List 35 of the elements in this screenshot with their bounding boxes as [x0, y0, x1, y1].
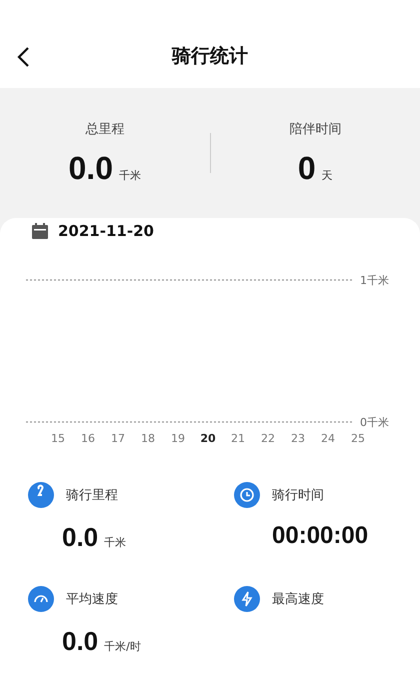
- unit-label: 千米/时: [104, 639, 141, 654]
- summary-label: 总里程: [85, 120, 124, 138]
- day-label[interactable]: 21: [231, 432, 245, 444]
- day-label[interactable]: 20: [200, 432, 216, 444]
- stat-value: 0.0: [62, 522, 98, 553]
- unit-label: 千米: [104, 535, 126, 550]
- day-label[interactable]: 22: [261, 432, 275, 444]
- day-label[interactable]: 18: [141, 432, 155, 444]
- axis-label: 0千米: [360, 416, 389, 429]
- stat-label: 最高速度: [272, 591, 324, 608]
- day-label[interactable]: 16: [81, 432, 95, 444]
- summary-value: 0: [298, 150, 316, 186]
- day-label[interactable]: 15: [51, 432, 65, 444]
- gauge-icon: [28, 586, 54, 612]
- stat-value: 00:00:00: [271, 522, 368, 550]
- day-label[interactable]: 17: [111, 432, 125, 444]
- day-label[interactable]: 25: [351, 432, 365, 444]
- stat-label: 骑行时间: [272, 487, 324, 504]
- day-label[interactable]: 24: [321, 432, 335, 444]
- stat-value: 0.0: [62, 626, 98, 657]
- back-icon[interactable]: [16, 46, 30, 68]
- page-title: 骑行统计: [172, 44, 248, 69]
- lightning-icon: [234, 586, 260, 612]
- summary-value: 0.0: [68, 150, 113, 186]
- date-label[interactable]: 2021-11-20: [58, 222, 154, 240]
- calendar-icon[interactable]: [32, 223, 48, 239]
- stat-label: 平均速度: [66, 591, 118, 608]
- day-label[interactable]: 19: [171, 432, 185, 444]
- stat-label: 骑行里程: [66, 487, 118, 504]
- unit-label: 天: [322, 168, 333, 182]
- unit-label: 千米: [118, 168, 141, 182]
- day-label[interactable]: 23: [291, 432, 305, 444]
- axis-label: 1千米: [360, 274, 389, 287]
- summary-label: 陪伴时间: [289, 120, 342, 138]
- clock-icon: [234, 482, 260, 508]
